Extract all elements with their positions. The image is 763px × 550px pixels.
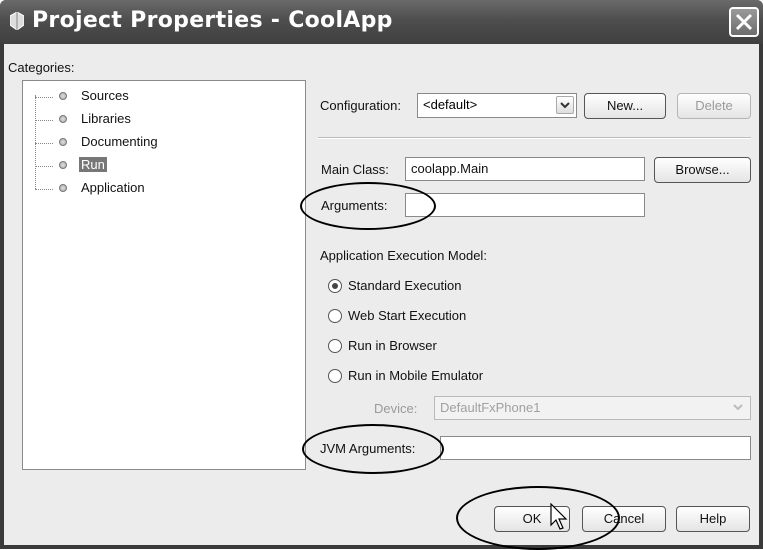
- arguments-field[interactable]: [405, 193, 645, 217]
- chevron-down-icon[interactable]: [730, 399, 748, 417]
- run-in-browser-label[interactable]: Run in Browser: [348, 338, 437, 353]
- device-select[interactable]: DefaultFxPhone1: [434, 396, 751, 420]
- device-label: Device:: [374, 401, 418, 416]
- category-label: Sources: [81, 88, 129, 103]
- category-item-application[interactable]: Application: [23, 179, 223, 199]
- close-icon: [735, 13, 753, 31]
- configuration-select[interactable]: <default>: [417, 93, 577, 118]
- configuration-label: Configuration:: [320, 98, 401, 113]
- tree-node-icon: [59, 92, 67, 100]
- jvm-arguments-field[interactable]: [440, 436, 751, 460]
- category-item-libraries[interactable]: Libraries: [23, 110, 223, 130]
- categories-label: Categories:: [8, 60, 75, 75]
- browse-button[interactable]: Browse...: [654, 157, 751, 183]
- category-item-documenting[interactable]: Documenting: [23, 133, 223, 153]
- categories-tree: Sources Libraries Documenting Run Applic…: [22, 80, 306, 470]
- standard-execution-label[interactable]: Standard Execution: [348, 278, 461, 293]
- web-start-execution-radio[interactable]: [328, 309, 342, 323]
- main-class-label: Main Class:: [321, 162, 389, 177]
- title-bar[interactable]: Project Properties - CoolApp: [0, 0, 763, 44]
- tree-node-icon: [59, 161, 67, 169]
- new-button[interactable]: New...: [584, 93, 666, 119]
- main-class-field[interactable]: coolapp.Main: [405, 157, 645, 181]
- app-icon: [10, 12, 24, 30]
- category-label: Documenting: [81, 134, 158, 149]
- run-in-browser-radio[interactable]: [328, 339, 342, 353]
- standard-execution-radio[interactable]: [328, 279, 342, 293]
- configuration-value: <default>: [423, 97, 478, 112]
- chevron-down-icon[interactable]: [556, 96, 574, 114]
- web-start-execution-label[interactable]: Web Start Execution: [348, 308, 466, 323]
- mouse-pointer-icon: [550, 503, 568, 530]
- run-in-mobile-emulator-label[interactable]: Run in Mobile Emulator: [348, 368, 483, 383]
- close-button[interactable]: [729, 7, 759, 37]
- arguments-label: Arguments:: [321, 198, 388, 213]
- category-item-run[interactable]: Run: [23, 156, 223, 176]
- category-item-sources[interactable]: Sources: [23, 87, 223, 107]
- tree-node-icon: [59, 138, 67, 146]
- category-label: Libraries: [81, 111, 131, 126]
- delete-button[interactable]: Delete: [677, 93, 751, 119]
- window-title: Project Properties - CoolApp: [32, 8, 393, 33]
- category-label-selected: Run: [79, 157, 107, 172]
- run-in-mobile-emulator-radio[interactable]: [328, 369, 342, 383]
- cancel-button[interactable]: Cancel: [582, 506, 666, 532]
- tree-node-icon: [59, 115, 67, 123]
- help-button[interactable]: Help: [676, 506, 750, 532]
- jvm-arguments-label: JVM Arguments:: [320, 441, 416, 456]
- separator: [318, 137, 751, 139]
- tree-node-icon: [59, 184, 67, 192]
- execution-model-label: Application Execution Model:: [320, 248, 487, 263]
- device-value: DefaultFxPhone1: [440, 400, 541, 415]
- category-label: Application: [81, 180, 145, 195]
